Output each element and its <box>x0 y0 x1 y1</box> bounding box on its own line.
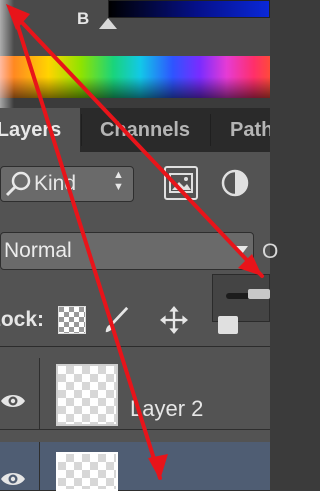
stepper-arrows-icon: ▲ ▼ <box>113 169 124 193</box>
lock-position-icon[interactable] <box>160 306 188 334</box>
lock-all-icon[interactable] <box>218 316 238 334</box>
tab-separator <box>81 114 82 146</box>
adjustment-layer-filter-icon[interactable] <box>218 166 252 200</box>
tab-paths[interactable]: Paths <box>214 108 270 152</box>
pixel-layer-filter-icon[interactable] <box>164 166 198 200</box>
tab-separator <box>210 114 211 146</box>
layer-row-selected[interactable] <box>0 442 270 491</box>
lock-label: Lock: <box>0 308 45 331</box>
lock-transparent-pixels-icon[interactable] <box>58 306 86 334</box>
brightness-slider-thumb[interactable] <box>99 18 117 29</box>
channel-label: B <box>77 9 90 28</box>
tab-channels[interactable]: Channels <box>83 108 207 152</box>
filter-kind-label: Kind <box>34 172 77 195</box>
brightness-slider[interactable] <box>108 0 270 18</box>
eye-icon[interactable] <box>0 392 26 410</box>
opacity-label: O <box>262 240 279 263</box>
layer-thumbnail[interactable] <box>56 364 118 426</box>
search-icon <box>5 171 31 197</box>
opacity-slider-thumb[interactable] <box>248 289 270 299</box>
blend-mode-value: Normal <box>4 239 72 262</box>
tab-layers-label: Layers <box>0 119 62 141</box>
color-spectrum[interactable] <box>0 56 270 98</box>
tab-layers[interactable]: Layers <box>0 108 80 152</box>
layer-thumbnail[interactable] <box>56 452 118 491</box>
lock-image-pixels-icon[interactable] <box>102 306 130 334</box>
divider <box>0 346 270 347</box>
tab-paths-label: Paths <box>230 119 270 141</box>
chevron-down-icon <box>236 246 248 254</box>
layer-name[interactable]: Layer 2 <box>130 396 203 422</box>
eye-icon[interactable] <box>0 470 26 488</box>
